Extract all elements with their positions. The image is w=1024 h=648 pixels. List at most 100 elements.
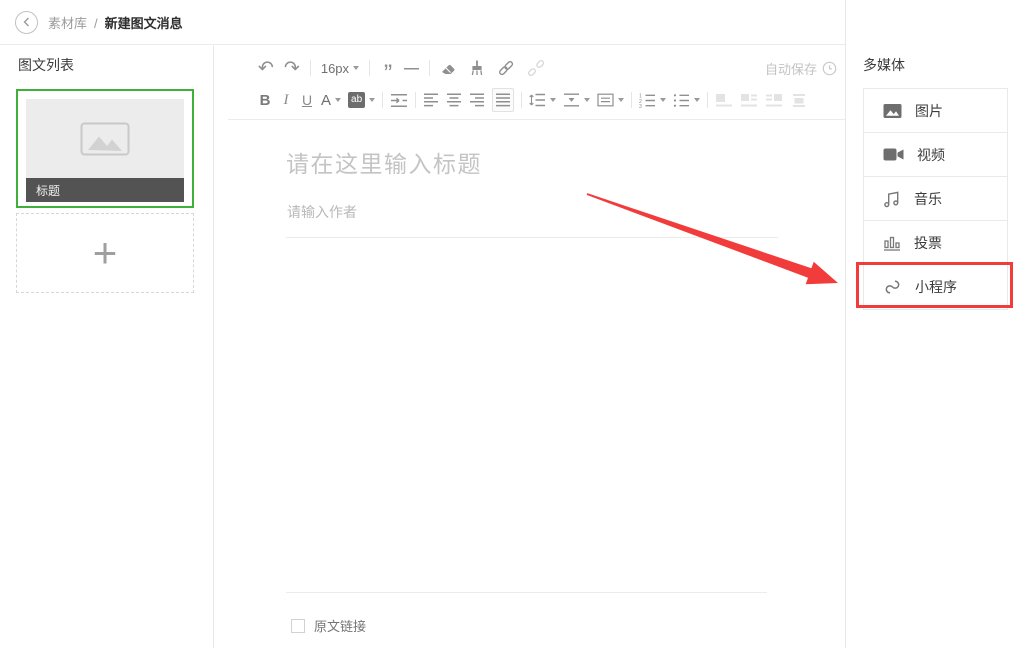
multimedia-header: 多媒体 — [863, 55, 905, 75]
highlight-icon: ab — [348, 92, 365, 108]
align-left-button[interactable] — [423, 88, 439, 112]
breadcrumb-current: 新建图文消息 — [105, 16, 183, 31]
image-align-left-wrap-button[interactable] — [740, 88, 758, 112]
align-right-button[interactable] — [469, 88, 485, 112]
align-center-icon — [446, 93, 462, 107]
remove-link-button[interactable] — [526, 56, 546, 80]
eraser-icon — [440, 59, 458, 77]
eraser-button[interactable] — [440, 56, 458, 80]
toolbar-separator — [631, 92, 632, 108]
clock-icon — [822, 61, 837, 76]
media-item-label: 小程序 — [915, 277, 957, 297]
add-article-button[interactable]: + — [16, 213, 194, 293]
author-divider — [286, 237, 778, 238]
redo-icon: ↷ — [284, 59, 300, 78]
card-thumbnail — [26, 99, 184, 178]
autosave-label: 自动保存 — [765, 59, 817, 78]
image-align-right-wrap-button[interactable] — [765, 88, 783, 112]
align-justify-button[interactable] — [492, 88, 514, 112]
editor-panel: ↶ ↷ 16px ” — — [215, 46, 845, 648]
indent-icon — [390, 93, 408, 108]
undo-button[interactable]: ↶ — [258, 56, 274, 80]
undo-icon: ↶ — [258, 59, 274, 78]
multimedia-list: 图片 视频 音乐 — [863, 88, 1008, 310]
back-button[interactable] — [15, 11, 38, 34]
paragraph-spacing-dropdown[interactable] — [563, 88, 590, 112]
font-color-icon: A — [321, 92, 331, 109]
redo-button[interactable]: ↷ — [284, 56, 300, 80]
plus-icon: + — [93, 235, 118, 271]
media-item-image[interactable]: 图片 — [864, 89, 1007, 133]
media-item-poll[interactable]: 投票 — [864, 221, 1007, 265]
align-left-icon — [423, 93, 439, 107]
media-item-label: 图片 — [915, 101, 943, 121]
font-size-dropdown[interactable]: 16px — [321, 56, 359, 80]
breadcrumb-parent[interactable]: 素材库 — [48, 16, 87, 31]
italic-button[interactable]: I — [279, 88, 293, 112]
image-placeholder-icon — [80, 122, 130, 156]
underline-button[interactable]: U — [300, 88, 314, 112]
blockquote-button[interactable]: ” — [380, 56, 394, 80]
image-icon — [883, 103, 902, 119]
media-item-miniprogram[interactable]: 小程序 — [864, 265, 1007, 309]
image-align-left-icon — [715, 93, 733, 108]
article-list-header: 图文列表 — [18, 55, 74, 75]
autosave-status: 自动保存 — [765, 59, 837, 78]
video-icon — [883, 147, 904, 162]
toolbar-separator — [707, 92, 708, 108]
source-link-checkbox[interactable] — [291, 619, 305, 633]
align-justify-icon — [495, 93, 511, 107]
insert-link-button[interactable] — [496, 56, 516, 80]
divider-icon: — — [404, 60, 419, 77]
bullet-list-dropdown[interactable] — [673, 88, 700, 112]
media-item-label: 投票 — [914, 233, 942, 253]
article-card-selected[interactable]: 标题 — [16, 89, 194, 208]
chevron-left-icon — [21, 16, 33, 28]
image-align-left-button[interactable] — [715, 88, 733, 112]
toolbar-separator — [369, 60, 370, 76]
font-color-dropdown[interactable]: A — [321, 88, 341, 112]
margin-icon — [597, 93, 614, 107]
card-title: 标题 — [36, 182, 60, 199]
title-input[interactable]: 请在这里输入标题 — [286, 145, 482, 179]
card-title-bar: 标题 — [26, 178, 184, 202]
media-item-label: 视频 — [917, 145, 945, 165]
article-list-panel: 图文列表 标题 + — [0, 46, 214, 648]
chevron-down-icon — [335, 98, 341, 102]
align-center-button[interactable] — [446, 88, 462, 112]
chevron-down-icon — [353, 66, 359, 70]
link-icon — [496, 58, 516, 78]
chevron-down-icon — [694, 98, 700, 102]
toolbar-separator — [415, 92, 416, 108]
indent-button[interactable] — [390, 88, 408, 112]
quote-icon: ” — [384, 62, 390, 87]
margin-dropdown[interactable] — [597, 88, 624, 112]
line-height-icon — [529, 93, 546, 107]
italic-icon: I — [284, 92, 289, 109]
toolbar-separator — [521, 92, 522, 108]
author-input[interactable]: 请输入作者 — [287, 202, 357, 222]
bold-button[interactable]: B — [258, 88, 272, 112]
ordered-list-icon: 1 2 3 — [639, 93, 656, 108]
media-item-music[interactable]: 音乐 — [864, 177, 1007, 221]
ordered-list-dropdown[interactable]: 1 2 3 — [639, 88, 666, 112]
source-link-row: 原文链接 — [291, 616, 366, 635]
image-wrap-right-icon — [765, 93, 783, 108]
image-align-center-button[interactable] — [790, 88, 808, 112]
toolbar-row-2: B I U A ab — [258, 86, 808, 114]
image-center-icon — [790, 93, 808, 108]
media-item-video[interactable]: 视频 — [864, 133, 1007, 177]
media-item-label: 音乐 — [914, 189, 942, 209]
multimedia-panel: 多媒体 图片 视频 — [845, 0, 1024, 648]
bold-icon: B — [260, 92, 271, 109]
format-brush-button[interactable] — [468, 56, 486, 80]
line-height-dropdown[interactable] — [529, 88, 556, 112]
highlight-color-dropdown[interactable]: ab — [348, 88, 375, 112]
chevron-down-icon — [618, 98, 624, 102]
svg-text:3: 3 — [639, 104, 642, 108]
topbar: 素材库/新建图文消息 — [0, 0, 845, 45]
toolbar-separator — [429, 60, 430, 76]
horizontal-rule-button[interactable]: — — [404, 56, 419, 80]
music-icon — [883, 190, 901, 208]
poll-icon — [883, 234, 901, 251]
